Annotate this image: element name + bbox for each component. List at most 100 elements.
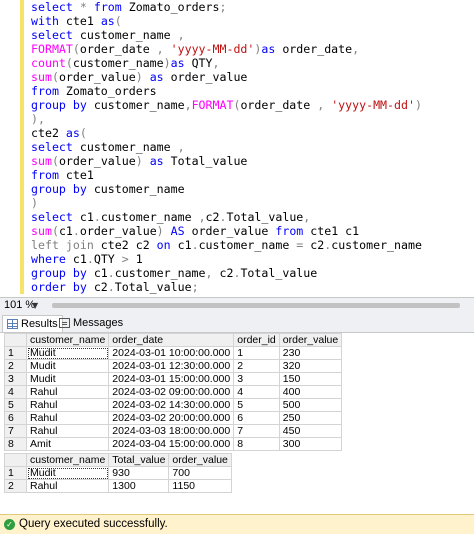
table-cell[interactable]: Rahul <box>25 398 110 412</box>
table-cell[interactable]: Rahul <box>25 424 110 438</box>
row-number[interactable]: 4 <box>4 385 27 399</box>
horizontal-scrollbar[interactable] <box>52 301 466 310</box>
table-cell[interactable]: 2024-03-01 15:00:00.000 <box>108 372 235 386</box>
column-header[interactable]: order_date <box>108 333 235 347</box>
grid-corner[interactable] <box>4 333 27 347</box>
table-cell[interactable]: 450 <box>278 424 343 438</box>
code-line[interactable]: select customer_name , <box>31 28 422 42</box>
editor-margin <box>20 0 24 294</box>
code-line[interactable]: from Zomato_orders <box>31 84 422 98</box>
table-cell[interactable]: 930 <box>108 466 170 480</box>
table-cell[interactable]: 2024-03-01 12:30:00.000 <box>108 359 235 373</box>
column-header[interactable]: Total_value <box>108 453 170 467</box>
table-cell[interactable]: 250 <box>278 411 343 425</box>
code-area[interactable]: select * from Zomato_orders; with cte1 as… <box>31 0 422 294</box>
table-cell[interactable]: 320 <box>278 359 343 373</box>
code-line[interactable]: order by c2.Total_value; <box>31 280 422 294</box>
code-line[interactable]: sum(order_value) as order_value <box>31 70 422 84</box>
table-row[interactable]: 4 Rahul 2024-03-02 09:00:00.000 4 400 <box>4 385 343 399</box>
chevron-down-icon[interactable]: ▼ <box>32 301 41 310</box>
table-cell[interactable]: 2024-03-02 14:30:00.000 <box>108 398 235 412</box>
table-cell[interactable]: 2024-03-03 18:00:00.000 <box>108 424 235 438</box>
table-cell[interactable]: 1 <box>233 346 280 360</box>
table-cell[interactable]: 150 <box>278 372 343 386</box>
scrollbar-thumb[interactable] <box>52 303 460 308</box>
row-number[interactable]: 8 <box>4 437 27 451</box>
code-line[interactable]: group by customer_name <box>31 182 422 196</box>
sql-editor[interactable]: select * from Zomato_orders; with cte1 as… <box>0 0 474 296</box>
code-line[interactable]: where c1.QTY > 1 <box>31 252 422 266</box>
row-number[interactable]: 2 <box>4 359 27 373</box>
code-token: customer_name <box>72 28 178 42</box>
code-line[interactable]: group by c1.customer_name, c2.Total_valu… <box>31 266 422 280</box>
table-cell[interactable]: Mudit <box>25 466 110 480</box>
table-row[interactable]: 7 Rahul 2024-03-03 18:00:00.000 7 450 <box>4 424 343 438</box>
table-cell[interactable]: 400 <box>278 385 343 399</box>
column-header[interactable]: order_value <box>278 333 343 347</box>
table-cell[interactable]: 300 <box>278 437 343 451</box>
table-cell[interactable]: 7 <box>233 424 280 438</box>
column-header[interactable]: order_value <box>168 453 232 467</box>
table-cell[interactable]: 1300 <box>108 479 170 493</box>
row-number[interactable]: 1 <box>4 466 27 480</box>
table-cell[interactable]: 1150 <box>168 479 232 493</box>
table-cell[interactable]: 700 <box>168 466 232 480</box>
table-cell[interactable]: 8 <box>233 437 280 451</box>
table-row[interactable]: 1 Mudit 2024-03-01 10:00:00.000 1 230 <box>4 346 343 360</box>
table-row[interactable]: 2 Rahul 1300 1150 <box>4 479 232 493</box>
code-line[interactable]: sum(c1.order_value) AS order_value from … <box>31 224 422 238</box>
table-cell[interactable]: Amit <box>25 437 110 451</box>
row-number[interactable]: 1 <box>4 346 27 360</box>
table-row[interactable]: 5 Rahul 2024-03-02 14:30:00.000 5 500 <box>4 398 343 412</box>
code-line[interactable]: select * from Zomato_orders; <box>31 0 422 14</box>
code-line[interactable]: from cte1 <box>31 168 422 182</box>
table-row[interactable]: 3 Mudit 2024-03-01 15:00:00.000 3 150 <box>4 372 343 386</box>
table-cell[interactable]: Rahul <box>25 479 110 493</box>
table-row[interactable]: 8 Amit 2024-03-04 15:00:00.000 8 300 <box>4 437 343 451</box>
table-cell[interactable]: Rahul <box>25 411 110 425</box>
column-header[interactable]: customer_name <box>25 333 110 347</box>
code-line[interactable]: FORMAT(order_date , 'yyyy-MM-dd')as orde… <box>31 42 422 56</box>
table-cell[interactable]: 2 <box>233 359 280 373</box>
table-row[interactable]: 2 Mudit 2024-03-01 12:30:00.000 2 320 <box>4 359 343 373</box>
table-cell[interactable]: 4 <box>233 385 280 399</box>
table-cell[interactable]: Rahul <box>25 385 110 399</box>
table-cell[interactable]: Mudit <box>25 372 110 386</box>
table-cell[interactable]: Mudit <box>25 346 110 360</box>
column-header[interactable]: customer_name <box>25 453 110 467</box>
code-line[interactable]: left join cte2 c2 on c1.customer_name = … <box>31 238 422 252</box>
table-cell[interactable]: 2024-03-02 09:00:00.000 <box>108 385 235 399</box>
table-cell[interactable]: 2024-03-04 15:00:00.000 <box>108 437 235 451</box>
table-row[interactable]: 6 Rahul 2024-03-02 20:00:00.000 6 250 <box>4 411 343 425</box>
table-cell[interactable]: 6 <box>233 411 280 425</box>
table-cell[interactable]: 3 <box>233 372 280 386</box>
table-cell[interactable]: 2024-03-01 10:00:00.000 <box>108 346 235 360</box>
grid-corner[interactable] <box>4 453 27 467</box>
code-token: ) <box>163 56 171 70</box>
tab-messages[interactable]: Messages <box>55 315 127 331</box>
code-line[interactable]: select customer_name , <box>31 140 422 154</box>
row-number[interactable]: 5 <box>4 398 27 412</box>
row-number[interactable]: 7 <box>4 424 27 438</box>
code-line[interactable]: select c1.customer_name ,c2.Total_value, <box>31 210 422 224</box>
row-number[interactable]: 3 <box>4 372 27 386</box>
table-row[interactable]: 1 Mudit 930 700 <box>4 466 232 480</box>
zoom-level[interactable]: 101 % <box>4 299 35 311</box>
code-line[interactable]: cte2 as( <box>31 126 422 140</box>
row-number[interactable]: 6 <box>4 411 27 425</box>
table-cell[interactable]: 2024-03-02 20:00:00.000 <box>108 411 235 425</box>
table-cell[interactable]: Mudit <box>25 359 110 373</box>
table-cell[interactable]: 500 <box>278 398 343 412</box>
code-line[interactable]: with cte1 as( <box>31 14 422 28</box>
code-line[interactable]: sum(order_value) as Total_value <box>31 154 422 168</box>
code-line[interactable]: count(customer_name)as QTY, <box>31 56 422 70</box>
table-cell[interactable]: 230 <box>278 346 343 360</box>
column-header[interactable]: order_id <box>233 333 280 347</box>
code-line[interactable]: ), <box>31 112 422 126</box>
tab-results[interactable]: Results <box>2 315 63 332</box>
code-line[interactable]: ) <box>31 196 422 210</box>
code-line[interactable]: group by customer_name,FORMAT(order_date… <box>31 98 422 112</box>
table-cell[interactable]: 5 <box>233 398 280 412</box>
row-number[interactable]: 2 <box>4 479 27 493</box>
